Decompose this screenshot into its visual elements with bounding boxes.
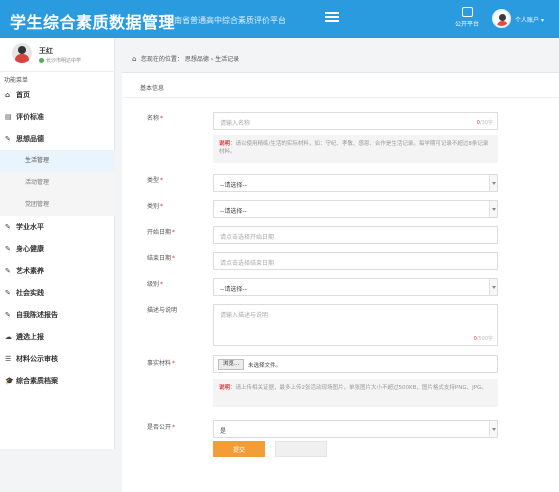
sidebar-item-social-practice[interactable]: ✎ 社会实践 (0, 282, 115, 304)
top-bar: 学生综合素质数据管理 湖南省普通高中综合素质评价平台 公开平台 个人账户 ▾ (0, 0, 559, 38)
type-label: 类型* (147, 177, 164, 184)
file-status: 未选择文件。 (248, 363, 282, 369)
material-label: 事实材料* (147, 360, 176, 367)
submit-button[interactable]: 提交 (213, 441, 265, 457)
material-hint: 说明：请上传相关证据，最多上传2张活动现场图片，单张图片大小不超过500KB，图… (213, 379, 498, 407)
public-label: 是否公开* (147, 424, 176, 431)
breadcrumb-prefix: 您现在的位置： (140, 56, 183, 63)
online-status-icon (39, 58, 44, 63)
chevron-down-icon (489, 279, 497, 295)
reset-button[interactable] (275, 441, 327, 457)
menu-toggle-icon[interactable] (325, 10, 339, 24)
edit-icon: ✎ (5, 223, 11, 231)
home-icon: ⌂ (132, 55, 137, 63)
user-profile: 王红 长沙市明达中学 (0, 38, 115, 72)
sidebar-item-party-management[interactable]: 党团管理 (0, 194, 115, 216)
graduation-cap-icon: 🎓 (5, 377, 14, 385)
level-label: 级别* (147, 281, 164, 288)
sidebar-item-moral[interactable]: ✎ 思想品德 (0, 128, 115, 150)
name-char-counter: 0/30字 (476, 120, 493, 126)
edit-icon: ✎ (5, 245, 11, 253)
file-upload[interactable]: 浏览... 未选择文件。 (213, 355, 498, 373)
list-icon: ☰ (5, 355, 12, 363)
book-icon: ▤ (5, 113, 12, 121)
end-date-input[interactable]: 请点击选择结束日期 (213, 252, 498, 270)
name-label: 名称* (147, 115, 164, 122)
avatar (12, 43, 32, 63)
category-select[interactable]: --请选择-- (213, 200, 498, 218)
form-card: 基本信息 名称* 请输入名称 0/30字 说明：请以使用精练/生活的实际材料，如… (122, 72, 559, 492)
description-char-counter: 0/500字 (473, 336, 493, 342)
sidebar-item-home[interactable]: ⌂ 首页 (0, 84, 115, 106)
avatar (492, 9, 511, 28)
chevron-down-icon (489, 421, 497, 437)
upload-icon: ☁ (5, 333, 12, 341)
home-icon: ⌂ (5, 91, 11, 99)
breadcrumb: ⌂ 您现在的位置： 思想品德 › 生活记录 (132, 54, 239, 63)
chevron-down-icon (489, 175, 497, 191)
sidebar-item-health[interactable]: ✎ 身心健康 (0, 238, 115, 260)
public-platform-label: 公开平台 (454, 21, 479, 28)
start-date-label: 开始日期* (147, 229, 176, 236)
section-title: 基本信息 (140, 85, 165, 92)
sidebar-item-arts[interactable]: ✎ 艺术素养 (0, 260, 115, 282)
name-input[interactable]: 请输入名称 0/30字 (213, 112, 498, 130)
edit-icon: ✎ (5, 311, 11, 319)
app-subtitle: 湖南省普通高中综合素质评价平台 (166, 16, 286, 25)
category-label: 类别* (147, 203, 164, 210)
edit-icon: ✎ (5, 267, 11, 275)
sidebar-item-life-management[interactable]: 生活管理 (0, 150, 115, 172)
user-school: 长沙市明达中学 (46, 58, 82, 64)
user-account-label: 个人账户 (515, 17, 540, 24)
sidebar-nav: ⌂ 首页 ▤ 评价标准 ✎ 思想品德 生活管理 活动管理 党团管理 ✎ 学业水平 ✎ 身心… (0, 84, 115, 392)
main-content: ⌂ 您现在的位置： 思想品德 › 生活记录 基本信息 名称* 请输入名称 0/3… (122, 38, 559, 492)
breadcrumb-separator: › (210, 56, 214, 63)
app-title: 学生综合素质数据管理 (10, 13, 176, 32)
sidebar-item-academic[interactable]: ✎ 学业水平 (0, 216, 115, 238)
sidebar: 王红 长沙市明达中学 功能菜单 ⌂ 首页 ▤ 评价标准 ✎ 思想品德 生活管理 活动管… (0, 38, 115, 449)
breadcrumb-current: 生活记录 (215, 56, 240, 63)
description-label: 描述与说明 (147, 307, 178, 314)
start-date-input[interactable]: 请点击选择开始日期 (213, 226, 498, 244)
monitor-icon (461, 7, 473, 17)
edit-icon: ✎ (5, 135, 11, 143)
public-platform-button[interactable]: 公开平台 (447, 7, 487, 28)
end-date-label: 结束日期* (147, 255, 176, 262)
chevron-down-icon (489, 201, 497, 217)
menu-title: 功能菜单 (4, 77, 29, 84)
description-textarea[interactable]: 请输入描述与说明 0/500字 (213, 304, 498, 346)
sidebar-item-material-review[interactable]: ☰ 材料公示审核 (0, 348, 115, 370)
sidebar-item-archive[interactable]: 🎓 综合素质档案 (0, 370, 115, 392)
browse-button[interactable]: 浏览... (218, 359, 245, 370)
divider (122, 97, 559, 98)
name-hint: 说明：请以使用精练/生活的实际材料，如：守纪、孝敬、感恩、合作是生活记录。每学期… (213, 135, 498, 163)
edit-icon: ✎ (5, 289, 11, 297)
user-account-menu[interactable]: 个人账户 ▾ (492, 9, 556, 29)
sidebar-item-selection-report[interactable]: ☁ 遴选上报 (0, 326, 115, 348)
sidebar-item-standards[interactable]: ▤ 评价标准 (0, 106, 115, 128)
chevron-down-icon: ▾ (540, 17, 544, 24)
type-select[interactable]: --请选择-- (213, 174, 498, 192)
level-select[interactable]: --请选择-- (213, 278, 498, 296)
sidebar-item-self-report[interactable]: ✎ 自我陈述报告 (0, 304, 115, 326)
sidebar-item-activity-management[interactable]: 活动管理 (0, 172, 115, 194)
public-select[interactable]: 是 (213, 420, 498, 438)
user-name: 王红 (39, 47, 53, 55)
breadcrumb-parent[interactable]: 思想品德 (185, 56, 209, 63)
